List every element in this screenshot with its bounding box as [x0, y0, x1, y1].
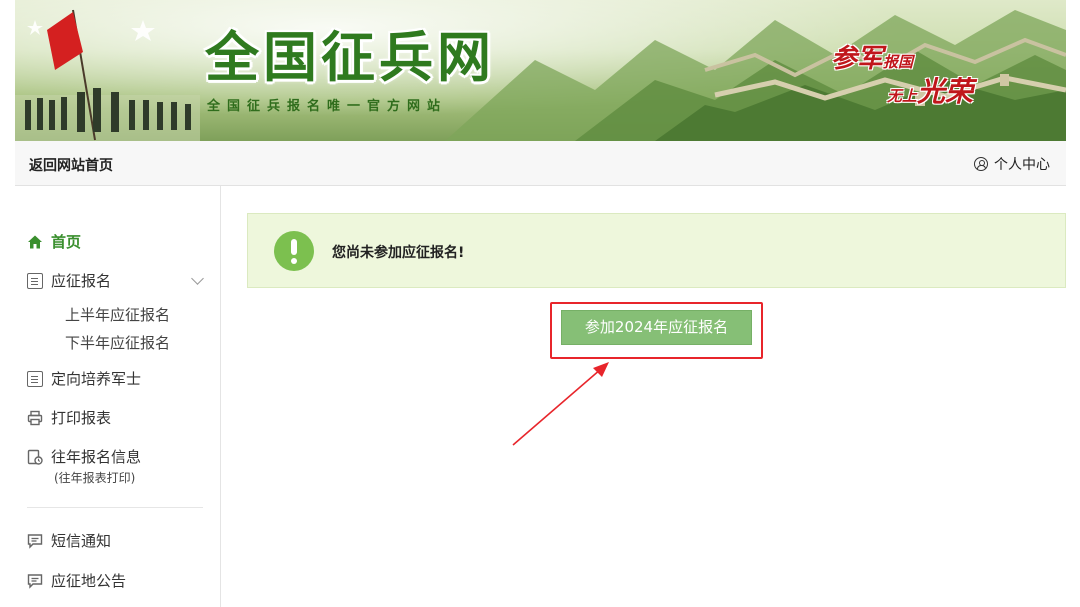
message-icon — [27, 573, 43, 589]
red-pointer-arrow-icon — [512, 362, 609, 446]
sidebar-item-print-report[interactable]: 打印报表 — [27, 407, 111, 428]
sidebar-item-label: 往年报名信息 — [51, 448, 142, 466]
sidebar-item-enlistment[interactable]: 应征报名 — [27, 270, 111, 291]
sidebar-item-sms-notice[interactable]: 短信通知 — [27, 530, 111, 551]
user-center-link[interactable]: 个人中心 — [974, 154, 1050, 174]
user-center-label: 个人中心 — [994, 157, 1050, 173]
sidebar-menu: 首页 应征报名 上半年应征报名 下半年应征报名 定向培养军士 打印报表 往年报名… — [15, 186, 221, 607]
sidebar-item-history-note: (往年报表打印) — [54, 471, 136, 485]
history-icon — [27, 449, 43, 465]
exclamation-icon — [274, 231, 314, 271]
site-banner: 全国征兵网 全国征兵报名唯一官方网站 参军报国 无上光荣 — [15, 0, 1066, 141]
user-circle-icon — [974, 157, 988, 171]
sidebar-subitem-first-half[interactable]: 上半年应征报名 — [65, 304, 170, 325]
alert-message: 您尚未参加应征报名! — [332, 245, 465, 261]
sidebar-item-label: 应征地公告 — [51, 572, 127, 590]
sidebar-item-label: 短信通知 — [51, 532, 112, 550]
site-logo-subtitle: 全国征兵报名唯一官方网站 — [207, 99, 448, 114]
sidebar-item-label: 首页 — [51, 233, 82, 251]
sidebar-divider — [27, 507, 203, 508]
site-logo-title: 全国征兵网 — [205, 26, 495, 89]
home-icon — [27, 234, 43, 250]
slogan-line2: 无上光荣 — [887, 75, 974, 108]
back-to-home-link[interactable]: 返回网站首页 — [29, 155, 113, 175]
chevron-down-icon[interactable] — [191, 272, 204, 285]
sidebar-item-label: 打印报表 — [51, 409, 112, 427]
sidebar-item-directed-training[interactable]: 定向培养军士 — [27, 368, 141, 389]
message-icon — [27, 533, 43, 549]
sidebar-item-home[interactable]: 首页 — [27, 231, 81, 252]
sidebar-item-label: 定向培养军士 — [51, 370, 142, 388]
document-icon — [27, 272, 43, 289]
sidebar-item-local-announcement[interactable]: 应征地公告 — [27, 570, 126, 591]
document-icon — [27, 370, 43, 387]
apply-enlistment-button[interactable]: 参加2024年应征报名 — [561, 310, 752, 345]
status-alert: 您尚未参加应征报名! — [247, 213, 1066, 288]
sidebar-item-label: 应征报名 — [51, 272, 112, 290]
sidebar-subitem-second-half[interactable]: 下半年应征报名 — [65, 332, 170, 353]
sidebar-item-history[interactable]: 往年报名信息 — [27, 446, 141, 467]
printer-icon — [27, 410, 43, 426]
top-navigation-bar: 返回网站首页 个人中心 — [15, 141, 1066, 186]
